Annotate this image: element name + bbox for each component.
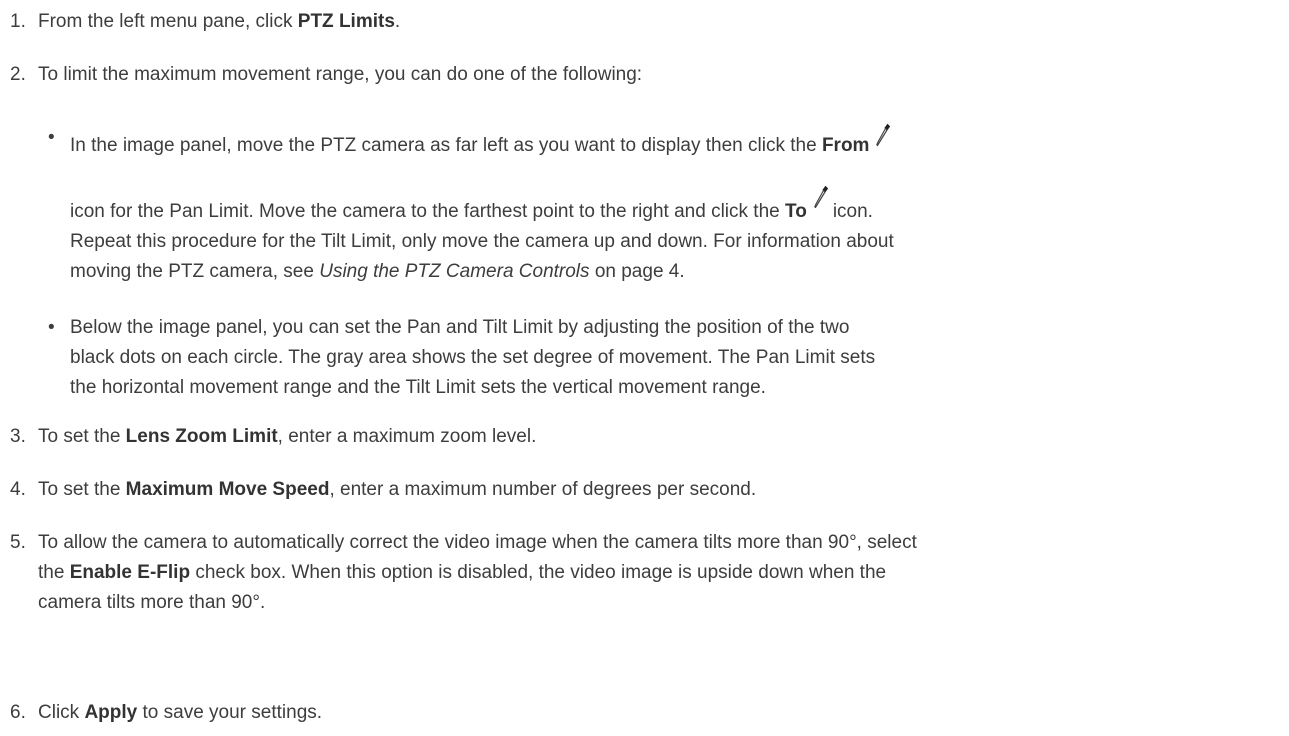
- bullet-marker: •: [48, 127, 55, 148]
- step-4: 4. To set the Maximum Move Speed, enter a…: [10, 475, 1280, 505]
- bullet-text: black dots on each circle. The gray area…: [70, 347, 876, 368]
- step-text: Click: [38, 702, 85, 723]
- procedure-document: 1. From the left menu pane, click PTZ Lim…: [0, 0, 1289, 736]
- step-text: To set the: [38, 426, 126, 447]
- bullet-text: icon for the Pan Limit. Move the camera …: [70, 201, 785, 222]
- step-1: 1. From the left menu pane, click PTZ Lim…: [10, 7, 1280, 37]
- step-2: 2. To limit the maximum movement range, y…: [10, 60, 1280, 90]
- ui-term-to: To: [785, 201, 807, 222]
- step-number: 3.: [10, 426, 26, 447]
- bullet-text: icon.: [832, 201, 873, 222]
- ui-term: PTZ Limits: [297, 11, 395, 32]
- bullet-text: the horizontal movement range and the Ti…: [70, 377, 766, 398]
- eyedropper-icon: [813, 185, 829, 215]
- ui-term-from: From: [821, 135, 870, 156]
- step-text: To set the: [38, 479, 126, 500]
- step-text: the: [38, 562, 70, 583]
- step-text-end: .: [394, 11, 401, 32]
- cross-reference-link[interactable]: Using the PTZ Camera Controls: [319, 261, 589, 282]
- bullet-marker: •: [48, 317, 55, 338]
- bullet-item-2: • Below the image panel, you can set the …: [48, 313, 1278, 403]
- eyedropper-icon: [875, 123, 891, 153]
- step-number: 2.: [10, 64, 26, 85]
- step-text-end: to save your settings.: [137, 702, 323, 723]
- bullet-text: Below the image panel, you can set the P…: [70, 317, 850, 338]
- step-6: 6. Click Apply to save your settings.: [10, 698, 1280, 728]
- bullet-text: moving the PTZ camera, see: [70, 261, 320, 282]
- step-text: camera tilts more than 90°.: [38, 592, 266, 613]
- step-text-end: , enter a maximum zoom level.: [277, 426, 537, 447]
- bullet-text: In the image panel, move the PTZ camera …: [70, 135, 822, 156]
- step-5: 5. To allow the camera to automatically c…: [10, 528, 1280, 618]
- ui-term: Apply: [84, 702, 138, 723]
- ui-term: Lens Zoom Limit: [125, 426, 278, 447]
- step-3: 3. To set the Lens Zoom Limit, enter a ma…: [10, 422, 1280, 452]
- bullet-text: on page 4.: [589, 261, 685, 282]
- step-text: To limit the maximum movement range, you…: [38, 64, 643, 85]
- step-text: check box. When this option is disabled,…: [190, 562, 887, 583]
- step-text: To allow the camera to automatically cor…: [38, 532, 917, 553]
- bullet-text: Repeat this procedure for the Tilt Limit…: [70, 231, 894, 252]
- ui-term: Enable E-Flip: [69, 562, 191, 583]
- step-text-end: , enter a maximum number of degrees per …: [329, 479, 757, 500]
- step-text: From the left menu pane, click: [38, 11, 298, 32]
- step-number: 5.: [10, 532, 26, 553]
- bullet-item-1: • In the image panel, move the PTZ camera…: [48, 123, 1278, 287]
- ui-term: Maximum Move Speed: [125, 479, 330, 500]
- step-number: 1.: [10, 11, 26, 32]
- step-number: 4.: [10, 479, 26, 500]
- step-number: 6.: [10, 702, 26, 723]
